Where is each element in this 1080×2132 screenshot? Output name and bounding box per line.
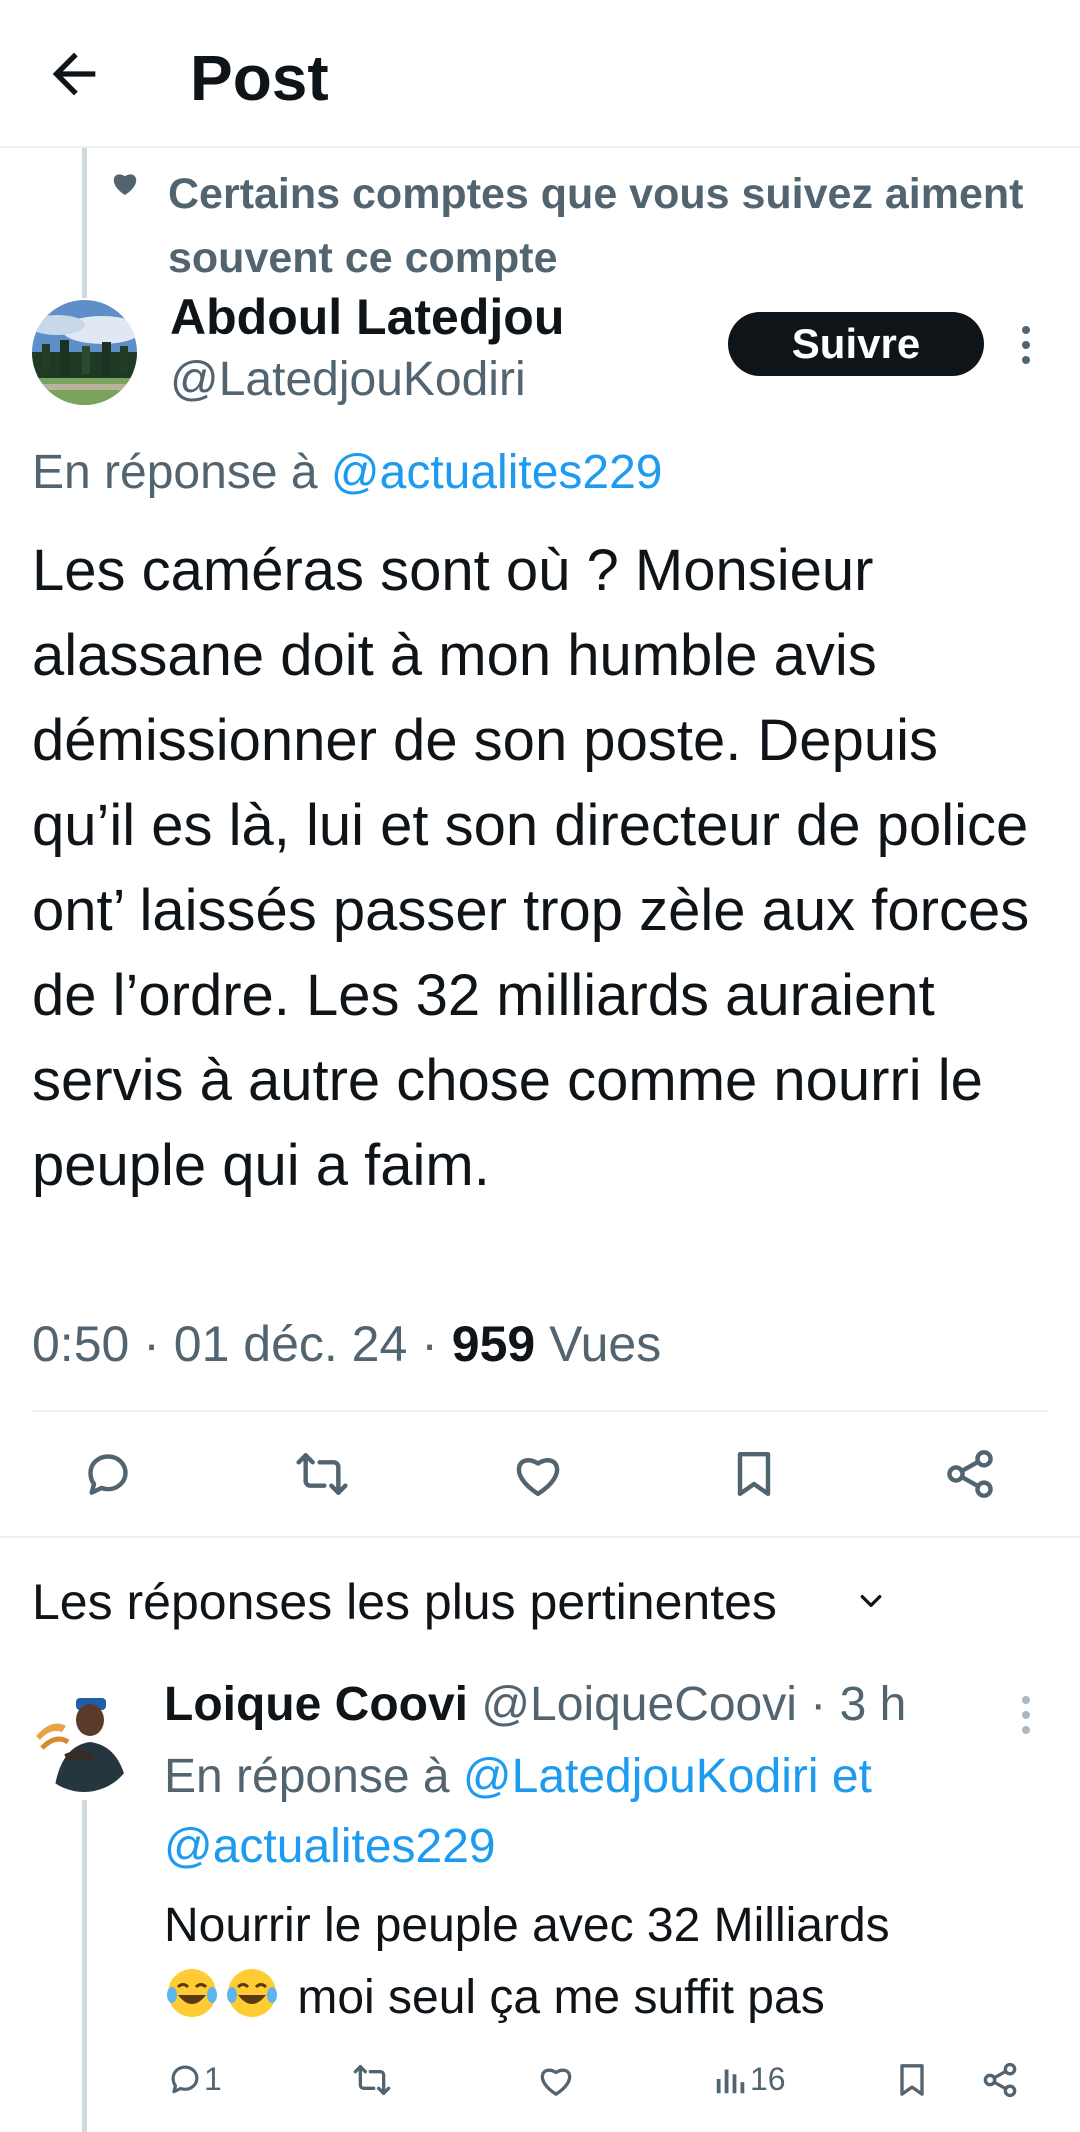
views-button[interactable]: 16	[712, 2060, 786, 2098]
reply-count: 1	[204, 2060, 222, 2097]
reply-header: Loique Coovi @LoiqueCoovi · 3 h	[164, 1674, 906, 1736]
reply-icon	[171, 2065, 199, 2094]
reply-icon[interactable]	[80, 1446, 136, 1502]
tweet-text: Les caméras sont où ? Monsieur alassane …	[32, 538, 1030, 1198]
reply-context: En réponse à @LatedjouKodiri et @actuali…	[164, 1742, 1024, 1882]
thread-line	[82, 148, 87, 298]
view-count: 959	[451, 1316, 536, 1372]
reply-context-prefix: En réponse à	[164, 1750, 450, 1803]
more-options-icon[interactable]	[1016, 322, 1036, 368]
reply-view-count: 16	[750, 2060, 786, 2097]
reply-context: En réponse à @actualites229	[32, 442, 662, 504]
tweet-metadata: 0:50 · 01 déc. 24 · 959 Vues	[32, 1316, 662, 1372]
bookmark-icon[interactable]	[726, 1446, 782, 1502]
social-context-text: Certains comptes que vous suivez aiment …	[168, 170, 1024, 282]
chevron-down-icon[interactable]	[856, 1586, 886, 1616]
reply-author-handle[interactable]: @LoiqueCoovi	[481, 1678, 797, 1731]
laughing-tears-emoji-icon	[164, 1965, 220, 2021]
heart-icon	[110, 168, 140, 198]
back-arrow-icon[interactable]	[42, 42, 106, 106]
like-icon[interactable]	[536, 2060, 576, 2100]
analytics-icon	[716, 2069, 745, 2094]
retweet-icon[interactable]	[294, 1446, 350, 1502]
reply-time: 3 h	[839, 1678, 907, 1731]
share-icon[interactable]	[942, 1446, 998, 1502]
retweet-icon[interactable]	[352, 2060, 392, 2100]
author-name[interactable]: Abdoul Latedjou	[170, 286, 564, 348]
replies-sort-selector[interactable]: Les réponses les plus pertinentes	[32, 1570, 777, 1634]
header-divider	[0, 146, 1080, 148]
action-divider	[32, 1410, 1048, 1412]
like-icon[interactable]	[510, 1446, 566, 1502]
tweet-time: 0:50	[32, 1316, 130, 1372]
reply-author-name[interactable]: Loique Coovi	[164, 1678, 468, 1731]
section-divider	[0, 1536, 1080, 1538]
reply-author-avatar[interactable]	[32, 1688, 136, 1792]
reply-text: Nourrir le peuple avec 32 Milliards moi …	[164, 1890, 1044, 2034]
author-handle[interactable]: @LatedjouKodiri	[170, 350, 526, 410]
thread-line	[82, 1800, 87, 2132]
author-avatar[interactable]	[32, 300, 137, 405]
reply-text-after-emoji: moi seul ça me suffit pas	[297, 1971, 825, 2024]
mention-link[interactable]: @actualites229	[331, 446, 663, 499]
separator: ·	[810, 1678, 827, 1731]
reply-text-main: Nourrir le peuple avec 32 Milliards	[164, 1899, 890, 1952]
reply-context-prefix: En réponse à	[32, 446, 318, 499]
laughing-tears-emoji-icon	[224, 1965, 280, 2021]
more-options-icon[interactable]	[1016, 1692, 1036, 1738]
views-label: Vues	[549, 1316, 662, 1372]
share-icon[interactable]	[980, 2060, 1020, 2100]
reply-reply-button[interactable]: 1	[166, 2060, 222, 2098]
page-title: Post	[190, 42, 329, 114]
bookmark-icon[interactable]	[892, 2060, 932, 2100]
tweet-date: 01 déc. 24	[173, 1316, 408, 1372]
follow-button[interactable]: Suivre	[728, 312, 984, 376]
